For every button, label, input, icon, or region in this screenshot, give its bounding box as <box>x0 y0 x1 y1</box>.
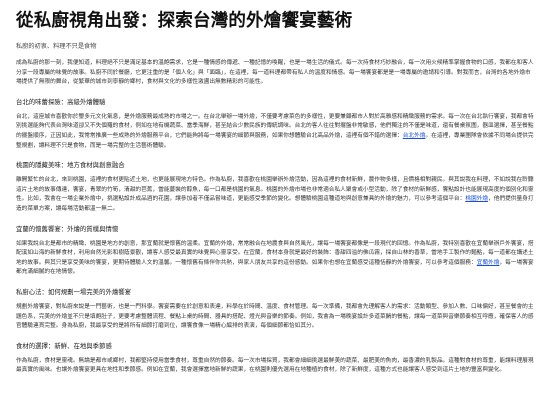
taoyuan-catering-link[interactable]: 桃園外燴 <box>465 196 488 202</box>
section-heading-planning: 私廚心法：如何規劃一場完美的外燴饗宴 <box>16 287 132 296</box>
paragraph-text: 離開繁忙的台北，來到桃園，這裡的食材更貼近土地，也更能展現地方特色。作為私廚，我… <box>16 177 534 203</box>
paragraph-text: 如果我說台北是都市的精緻、桃園是地方的創意，那宜蘭就是懷舊的溫柔。宜蘭的外燴，常… <box>16 240 534 266</box>
taipei-catering-link[interactable]: 台北外燴 <box>403 133 426 139</box>
section-heading-yilan: 宜蘭的懷舊饗宴：外燴的質樸與情懷 <box>16 224 119 233</box>
section-paragraph-ingredients: 作為私廚，食材是靈魂。無論是都市或鄉村，我都堅持使用當季食材，尊重自然的節奏。每… <box>16 357 534 374</box>
section-paragraph-taipei: 台北，這座城市喜歡你於鑒多元文化氣息，是外燴服務最成熟的市場之一。在台北舉辦一場… <box>16 113 536 151</box>
section-heading-taoyuan: 桃園的隱藏美味：地方食材與創意融合 <box>16 161 125 170</box>
article: 從私廚視角出發：探索台灣的外燴饗宴藝術 私廚的初衷、料理不只是食物 成為私廚的那… <box>0 0 540 376</box>
page-title: 從私廚視角出發：探索台灣的外燴饗宴藝術 <box>16 11 353 31</box>
section-paragraph-yilan: 如果我說台北是都市的精緻、桃園是地方的創意，那宜蘭就是懷舊的溫柔。宜蘭的外燴，常… <box>16 240 536 278</box>
section-paragraph-planning: 規劃外燴饗宴，對私廚來說是一門藝術，也是一門科學。饗宴需要在於創意和表達，料學在… <box>16 303 534 330</box>
yilan-catering-link[interactable]: 宜蘭外燴 <box>477 260 500 266</box>
section-paragraph-taoyuan: 離開繁忙的台北，來到桃園，這裡的食材更貼近土地，也更能展現地方特色。作為私廚，我… <box>16 176 536 214</box>
article-subtitle: 私廚的初衷、料理不只是食物 <box>16 43 97 50</box>
section-heading-taipei: 台北的味蕾探險：高級外燴體驗 <box>16 97 106 106</box>
section-heading-ingredients: 食材的選擇：新鮮、在地與季節感 <box>16 341 112 350</box>
intro-paragraph: 成為私廚的那一刻，我便知道，料理絕不只是滿足基本的溫飽需求，它是一種情感的傳遞、… <box>16 60 534 86</box>
